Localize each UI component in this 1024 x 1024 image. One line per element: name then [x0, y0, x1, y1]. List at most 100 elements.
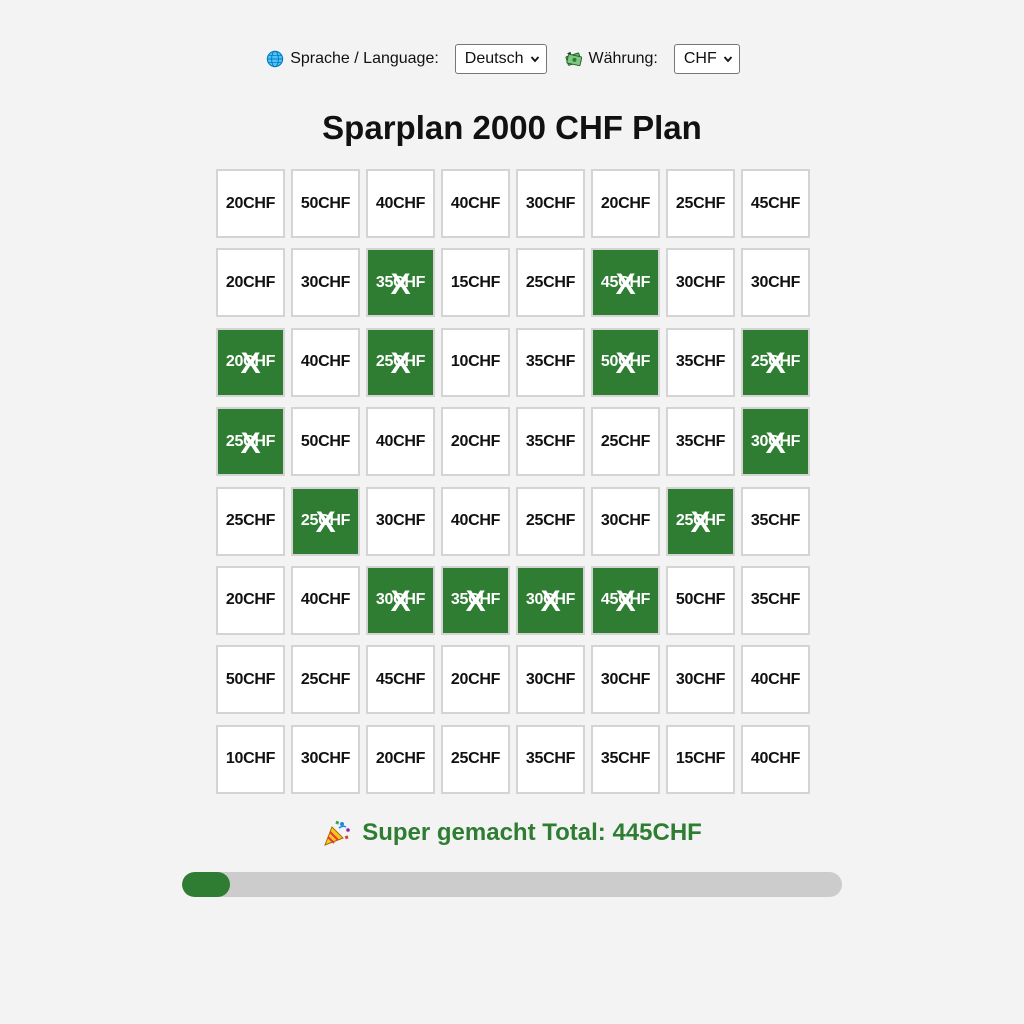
savings-cell-done[interactable]: 25CHF X [666, 486, 735, 556]
savings-cell-label: 35CHF [525, 750, 576, 768]
savings-cell-label: 40CHF [300, 591, 351, 609]
savings-cell[interactable]: 25CHF [216, 486, 285, 556]
savings-cell-label: 40CHF [750, 670, 801, 688]
savings-cell-label: 20CHF [225, 273, 276, 291]
savings-cell[interactable]: 15CHF [441, 248, 510, 318]
savings-cell[interactable]: 20CHF [216, 565, 285, 635]
savings-cell-label: 25CHF [450, 750, 501, 768]
savings-cell-label: 25CHF [300, 670, 351, 688]
savings-cell[interactable]: 40CHF [291, 565, 360, 635]
savings-cell[interactable]: 20CHF [591, 169, 660, 238]
savings-cell-done[interactable]: 25CHF X [291, 486, 360, 556]
savings-cell[interactable]: 35CHF [591, 724, 660, 794]
savings-cell-done[interactable]: 35CHF X [366, 248, 435, 318]
savings-cell[interactable]: 25CHF [441, 724, 510, 794]
savings-cell[interactable]: 25CHF [516, 248, 585, 318]
savings-cell-done[interactable]: 20CHF X [216, 327, 285, 397]
savings-cell[interactable]: 25CHF [666, 169, 735, 238]
savings-cell-done[interactable]: 30CHF X [516, 565, 585, 635]
savings-cell[interactable]: 30CHF [591, 645, 660, 715]
savings-cell[interactable]: 15CHF [666, 724, 735, 794]
savings-cell[interactable]: 50CHF [216, 645, 285, 715]
savings-cell-done[interactable]: 50CHF X [591, 327, 660, 397]
savings-cell[interactable]: 45CHF [366, 645, 435, 715]
savings-cell[interactable]: 35CHF [741, 565, 810, 635]
language-select[interactable]: Deutsch [454, 44, 547, 74]
savings-cell[interactable]: 50CHF [291, 407, 360, 477]
savings-cell[interactable]: 40CHF [441, 169, 510, 238]
savings-cell-label: 30CHF [375, 591, 426, 609]
savings-cell[interactable]: 20CHF [441, 645, 510, 715]
savings-cell[interactable]: 20CHF [216, 169, 285, 238]
savings-cell-label: 30CHF [375, 512, 426, 530]
savings-cell[interactable]: 45CHF [741, 169, 810, 238]
savings-cell-label: 50CHF [225, 670, 276, 688]
savings-cell-label: 25CHF [300, 512, 351, 530]
settings-bar: Sprache / Language: Deutsch Währung: CHF [0, 42, 1024, 76]
savings-cell[interactable]: 30CHF [666, 248, 735, 318]
savings-cell-label: 30CHF [300, 273, 351, 291]
savings-cell[interactable]: 50CHF [666, 565, 735, 635]
chevron-down-icon [530, 56, 539, 63]
savings-cell[interactable]: 30CHF [291, 248, 360, 318]
savings-cell[interactable]: 35CHF [741, 486, 810, 556]
savings-cell[interactable]: 40CHF [741, 724, 810, 794]
savings-cell-label: 35CHF [675, 353, 726, 371]
savings-cell-label: 25CHF [525, 512, 576, 530]
savings-cell-done[interactable]: 25CHF X [366, 327, 435, 397]
savings-cell-label: 25CHF [375, 353, 426, 371]
savings-cell-label: 30CHF [750, 432, 801, 450]
savings-cell[interactable]: 35CHF [666, 407, 735, 477]
savings-cell-label: 35CHF [525, 432, 576, 450]
savings-cell-label: 20CHF [225, 353, 276, 371]
savings-cell[interactable]: 30CHF [591, 486, 660, 556]
savings-cell[interactable]: 30CHF [516, 645, 585, 715]
savings-cell[interactable]: 35CHF [516, 407, 585, 477]
party-popper-icon [324, 820, 350, 846]
summary-text: Super gemacht Total: 445CHF [362, 819, 702, 846]
savings-cell[interactable]: 25CHF [516, 486, 585, 556]
savings-cell-label: 30CHF [525, 194, 576, 212]
savings-grid: 20CHF 50CHF 40CHF 40CHF 30CHF 20CHF 25CHF 45CHF… [216, 169, 812, 794]
savings-cell[interactable]: 30CHF [516, 169, 585, 238]
savings-cell-done[interactable]: 35CHF X [441, 565, 510, 635]
savings-cell[interactable]: 25CHF [291, 645, 360, 715]
savings-cell-done[interactable]: 25CHF X [741, 327, 810, 397]
savings-cell[interactable]: 30CHF [666, 645, 735, 715]
savings-cell[interactable]: 30CHF [291, 724, 360, 794]
savings-cell[interactable]: 20CHF [441, 407, 510, 477]
savings-cell[interactable]: 25CHF [591, 407, 660, 477]
savings-cell-done[interactable]: 30CHF X [366, 565, 435, 635]
currency-select[interactable]: CHF [673, 44, 740, 74]
savings-cell-label: 25CHF [525, 273, 576, 291]
savings-cell-label: 35CHF [450, 591, 501, 609]
savings-cell-label: 20CHF [450, 432, 501, 450]
savings-cell[interactable]: 30CHF [366, 486, 435, 556]
savings-cell-done[interactable]: 45CHF X [591, 248, 660, 318]
savings-cell-label: 50CHF [300, 194, 351, 212]
savings-cell[interactable]: 10CHF [441, 327, 510, 397]
savings-cell[interactable]: 20CHF [366, 724, 435, 794]
savings-cell-label: 30CHF [525, 670, 576, 688]
savings-cell-label: 35CHF [375, 273, 426, 291]
page-title: Sparplan 2000 CHF Plan [322, 109, 702, 146]
savings-cell-done[interactable]: 45CHF X [591, 565, 660, 635]
savings-cell[interactable]: 40CHF [366, 407, 435, 477]
currency-label: Währung: [588, 50, 658, 67]
savings-cell[interactable]: 35CHF [516, 724, 585, 794]
currency-select-value: CHF [683, 50, 717, 67]
savings-cell[interactable]: 10CHF [216, 724, 285, 794]
savings-cell[interactable]: 40CHF [741, 645, 810, 715]
savings-cell[interactable]: 35CHF [666, 327, 735, 397]
savings-cell-done[interactable]: 30CHF X [741, 407, 810, 477]
savings-cell[interactable]: 35CHF [516, 327, 585, 397]
savings-cell[interactable]: 20CHF [216, 248, 285, 318]
progress-bar [182, 872, 842, 897]
savings-cell[interactable]: 50CHF [291, 169, 360, 238]
savings-cell[interactable]: 30CHF [741, 248, 810, 318]
savings-cell-done[interactable]: 25CHF X [216, 407, 285, 477]
savings-cell[interactable]: 40CHF [441, 486, 510, 556]
savings-cell[interactable]: 40CHF [291, 327, 360, 397]
savings-cell[interactable]: 40CHF [366, 169, 435, 238]
savings-cell-label: 15CHF [450, 273, 501, 291]
